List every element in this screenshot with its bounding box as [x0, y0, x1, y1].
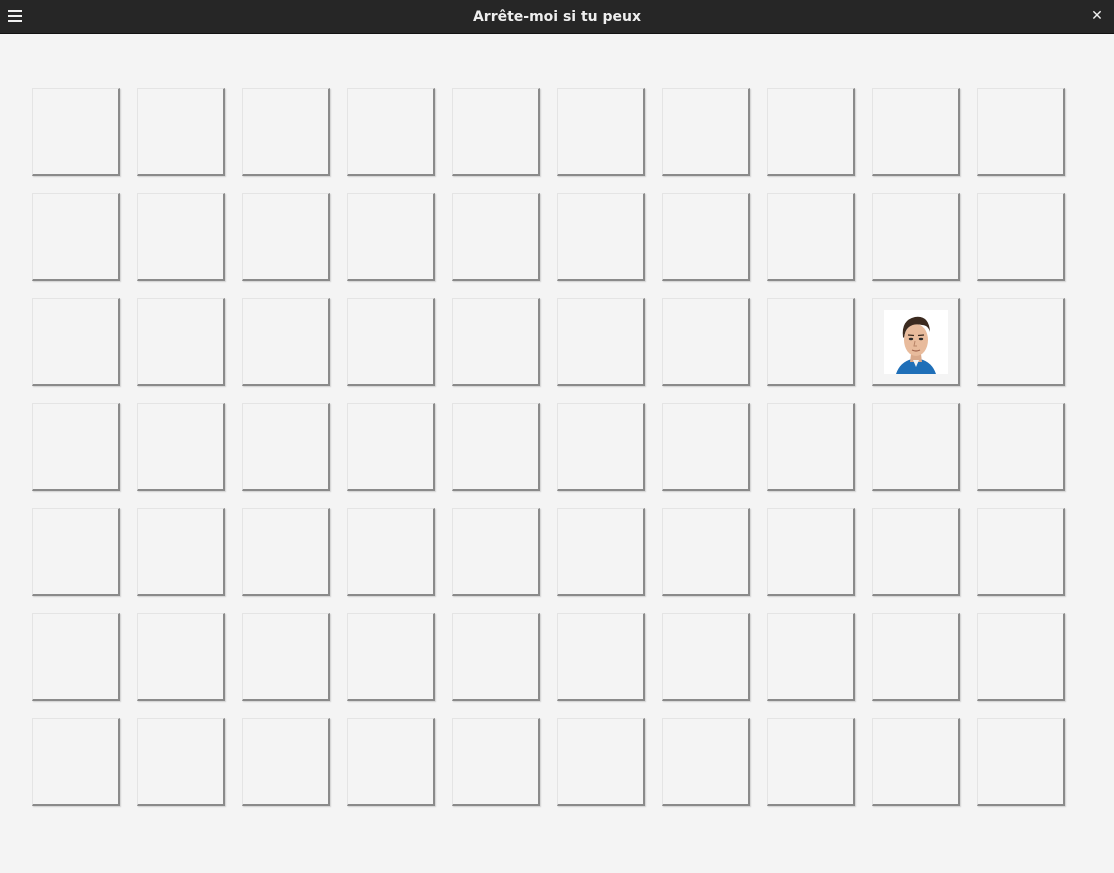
close-icon[interactable]: ✕ — [1086, 5, 1108, 27]
grid-cell[interactable] — [557, 718, 645, 806]
grid-cell[interactable] — [872, 718, 960, 806]
grid-cell[interactable] — [347, 88, 435, 176]
grid-cell[interactable] — [242, 193, 330, 281]
grid-cell[interactable] — [977, 508, 1065, 596]
hamburger-menu-icon[interactable] — [4, 5, 26, 27]
grid-cell[interactable] — [32, 508, 120, 596]
grid-cell[interactable] — [347, 508, 435, 596]
grid-cell[interactable] — [767, 88, 855, 176]
grid-cell[interactable] — [557, 403, 645, 491]
grid-cell[interactable] — [767, 298, 855, 386]
grid-cell[interactable] — [347, 718, 435, 806]
grid-cell[interactable] — [32, 193, 120, 281]
grid-cell[interactable] — [137, 718, 225, 806]
grid-cell[interactable] — [242, 298, 330, 386]
grid-cell[interactable] — [662, 193, 750, 281]
grid-cell[interactable] — [872, 613, 960, 701]
grid-cell[interactable] — [137, 193, 225, 281]
grid-cell[interactable] — [977, 193, 1065, 281]
grid-cell[interactable] — [977, 298, 1065, 386]
grid-cell[interactable] — [557, 298, 645, 386]
menu-line — [8, 15, 22, 17]
game-board — [32, 88, 1065, 806]
grid-cell[interactable] — [662, 403, 750, 491]
grid-cell[interactable] — [662, 508, 750, 596]
grid-cell[interactable] — [872, 508, 960, 596]
grid-cell[interactable] — [452, 88, 540, 176]
grid-cell[interactable] — [872, 298, 960, 386]
grid-cell[interactable] — [872, 403, 960, 491]
grid-cell[interactable] — [137, 508, 225, 596]
menu-line — [8, 20, 22, 22]
menu-line — [8, 10, 22, 12]
grid-cell[interactable] — [242, 718, 330, 806]
grid-cell[interactable] — [977, 403, 1065, 491]
grid-cell[interactable] — [767, 403, 855, 491]
grid-cell[interactable] — [452, 403, 540, 491]
grid-cell[interactable] — [557, 193, 645, 281]
grid-cell[interactable] — [32, 298, 120, 386]
grid-cell[interactable] — [977, 88, 1065, 176]
grid-cell[interactable] — [662, 718, 750, 806]
grid-cell[interactable] — [32, 88, 120, 176]
grid-cell[interactable] — [977, 613, 1065, 701]
grid-cell[interactable] — [872, 88, 960, 176]
grid-cell[interactable] — [347, 298, 435, 386]
window-title: Arrête-moi si tu peux — [472, 9, 642, 25]
grid-cell[interactable] — [32, 718, 120, 806]
grid-cell[interactable] — [242, 403, 330, 491]
grid-cell[interactable] — [767, 718, 855, 806]
grid-cell[interactable] — [662, 88, 750, 176]
grid-cell[interactable] — [557, 508, 645, 596]
grid-cell[interactable] — [452, 508, 540, 596]
grid-cell[interactable] — [452, 613, 540, 701]
grid-cell[interactable] — [32, 403, 120, 491]
grid-cell[interactable] — [662, 613, 750, 701]
grid-cell[interactable] — [662, 298, 750, 386]
grid-cell[interactable] — [137, 88, 225, 176]
grid-cell[interactable] — [137, 403, 225, 491]
grid-cell[interactable] — [32, 613, 120, 701]
grid-cell[interactable] — [767, 193, 855, 281]
portrait-image — [884, 310, 948, 374]
grid-cell[interactable] — [137, 613, 225, 701]
grid-cell[interactable] — [347, 193, 435, 281]
grid-cell[interactable] — [347, 403, 435, 491]
grid-cell[interactable] — [137, 298, 225, 386]
grid-cell[interactable] — [452, 718, 540, 806]
grid-cell[interactable] — [872, 193, 960, 281]
grid-cell[interactable] — [557, 88, 645, 176]
grid-cell[interactable] — [347, 613, 435, 701]
grid-cell[interactable] — [977, 718, 1065, 806]
grid-cell[interactable] — [242, 613, 330, 701]
grid-cell[interactable] — [767, 613, 855, 701]
title-bar: Arrête-moi si tu peux ✕ — [0, 0, 1114, 34]
grid-cell[interactable] — [242, 508, 330, 596]
grid-cell[interactable] — [452, 298, 540, 386]
grid-cell[interactable] — [452, 193, 540, 281]
grid-cell[interactable] — [557, 613, 645, 701]
grid-cell[interactable] — [242, 88, 330, 176]
grid-cell[interactable] — [767, 508, 855, 596]
